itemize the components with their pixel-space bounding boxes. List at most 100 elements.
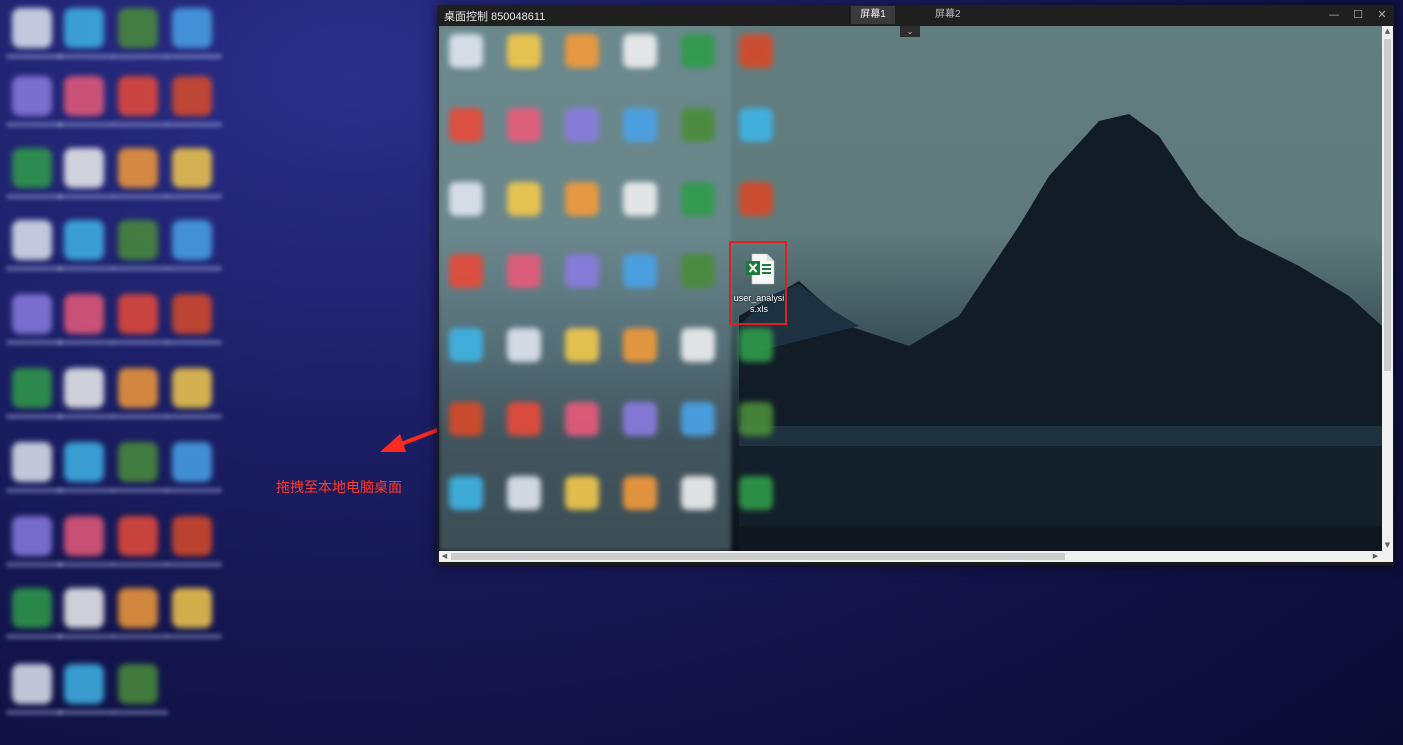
- remote-shortcut-icon[interactable]: [681, 34, 715, 68]
- excel-file[interactable]: user_analysis.xls: [729, 241, 787, 325]
- desktop-shortcut-icon[interactable]: [118, 516, 158, 556]
- remote-shortcut-icon[interactable]: [449, 108, 483, 142]
- remote-shortcut-icon[interactable]: [565, 254, 599, 288]
- desktop-shortcut-icon[interactable]: [64, 8, 104, 48]
- remote-shortcut-icon[interactable]: [507, 182, 541, 216]
- remote-shortcut-icon[interactable]: [449, 328, 483, 362]
- remote-shortcut-icon[interactable]: [507, 34, 541, 68]
- desktop-shortcut-icon[interactable]: [64, 442, 104, 482]
- remote-shortcut-icon[interactable]: [449, 476, 483, 510]
- remote-shortcut-icon[interactable]: [681, 476, 715, 510]
- remote-desktop-window[interactable]: 桌面控制 850048611 屏幕1 屏幕2 — ☐ ✕ ⌄ user_anal…: [437, 5, 1394, 565]
- scroll-right-icon[interactable]: ▶: [1370, 551, 1381, 562]
- window-titlebar[interactable]: 桌面控制 850048611 屏幕1 屏幕2 — ☐ ✕: [437, 5, 1394, 26]
- desktop-shortcut-icon[interactable]: [172, 76, 212, 116]
- remote-shortcut-icon[interactable]: [507, 254, 541, 288]
- remote-shortcut-icon[interactable]: [449, 402, 483, 436]
- remote-shortcut-icon[interactable]: [739, 34, 773, 68]
- remote-shortcut-icon[interactable]: [449, 34, 483, 68]
- desktop-shortcut-icon[interactable]: [172, 516, 212, 556]
- remote-shortcut-icon[interactable]: [623, 476, 657, 510]
- remote-shortcut-icon[interactable]: [565, 476, 599, 510]
- remote-shortcut-icon[interactable]: [507, 476, 541, 510]
- remote-shortcut-icon[interactable]: [565, 402, 599, 436]
- remote-shortcut-icon[interactable]: [507, 402, 541, 436]
- desktop-shortcut-icon[interactable]: [64, 516, 104, 556]
- desktop-shortcut-label: [166, 194, 222, 199]
- remote-shortcut-icon[interactable]: [739, 182, 773, 216]
- desktop-shortcut-icon[interactable]: [118, 8, 158, 48]
- remote-shortcut-icon[interactable]: [565, 328, 599, 362]
- remote-shortcut-icon[interactable]: [565, 34, 599, 68]
- desktop-shortcut-icon[interactable]: [64, 148, 104, 188]
- desktop-shortcut-label: [6, 54, 62, 59]
- remote-shortcut-icon[interactable]: [507, 328, 541, 362]
- remote-shortcut-icon[interactable]: [623, 34, 657, 68]
- remote-shortcut-icon[interactable]: [739, 328, 773, 362]
- desktop-shortcut-icon[interactable]: [118, 220, 158, 260]
- remote-shortcut-icon[interactable]: [623, 328, 657, 362]
- horizontal-scroll-thumb[interactable]: [451, 553, 1065, 560]
- desktop-shortcut-icon[interactable]: [12, 368, 52, 408]
- desktop-shortcut-icon[interactable]: [172, 442, 212, 482]
- close-button[interactable]: ✕: [1375, 8, 1389, 22]
- desktop-shortcut-icon[interactable]: [12, 76, 52, 116]
- maximize-button[interactable]: ☐: [1351, 8, 1365, 22]
- desktop-shortcut-icon[interactable]: [64, 294, 104, 334]
- vertical-scroll-thumb[interactable]: [1384, 39, 1391, 371]
- vertical-scrollbar[interactable]: ▲ ▼: [1382, 26, 1393, 551]
- horizontal-scrollbar[interactable]: ◀ ▶: [439, 551, 1393, 562]
- scroll-left-icon[interactable]: ◀: [439, 551, 450, 562]
- desktop-shortcut-icon[interactable]: [118, 368, 158, 408]
- desktop-shortcut-icon[interactable]: [118, 76, 158, 116]
- remote-shortcut-icon[interactable]: [449, 254, 483, 288]
- remote-shortcut-icon[interactable]: [507, 108, 541, 142]
- remote-shortcut-icon[interactable]: [681, 254, 715, 288]
- desktop-shortcut-icon[interactable]: [172, 294, 212, 334]
- remote-shortcut-icon[interactable]: [681, 328, 715, 362]
- desktop-shortcut-icon[interactable]: [12, 220, 52, 260]
- desktop-shortcut-icon[interactable]: [118, 664, 158, 704]
- desktop-shortcut-icon[interactable]: [12, 8, 52, 48]
- remote-shortcut-icon[interactable]: [739, 402, 773, 436]
- desktop-shortcut-icon[interactable]: [12, 664, 52, 704]
- remote-shortcut-icon[interactable]: [623, 108, 657, 142]
- desktop-shortcut-icon[interactable]: [64, 664, 104, 704]
- desktop-shortcut-icon[interactable]: [64, 76, 104, 116]
- remote-shortcut-icon[interactable]: [681, 108, 715, 142]
- desktop-shortcut-icon[interactable]: [172, 220, 212, 260]
- desktop-shortcut-icon[interactable]: [118, 148, 158, 188]
- remote-screen[interactable]: ⌄ user_analysis.xls: [439, 26, 1382, 551]
- desktop-shortcut-icon[interactable]: [12, 294, 52, 334]
- remote-shortcut-icon[interactable]: [739, 476, 773, 510]
- remote-shortcut-icon[interactable]: [681, 402, 715, 436]
- remote-shortcut-icon[interactable]: [681, 182, 715, 216]
- desktop-shortcut-icon[interactable]: [172, 148, 212, 188]
- desktop-shortcut-icon[interactable]: [172, 8, 212, 48]
- desktop-shortcut-icon[interactable]: [64, 220, 104, 260]
- tab-screen-1[interactable]: 屏幕1: [851, 6, 895, 24]
- desktop-shortcut-icon[interactable]: [118, 294, 158, 334]
- minimize-button[interactable]: —: [1327, 8, 1341, 22]
- remote-shortcut-icon[interactable]: [565, 108, 599, 142]
- scroll-down-icon[interactable]: ▼: [1382, 540, 1393, 551]
- desktop-shortcut-icon[interactable]: [12, 516, 52, 556]
- scroll-up-icon[interactable]: ▲: [1382, 26, 1393, 37]
- desktop-shortcut-icon[interactable]: [118, 588, 158, 628]
- desktop-shortcut-icon[interactable]: [12, 148, 52, 188]
- desktop-shortcut-icon[interactable]: [12, 588, 52, 628]
- remote-shortcut-icon[interactable]: [623, 254, 657, 288]
- desktop-shortcut-icon[interactable]: [64, 588, 104, 628]
- desktop-shortcut-icon[interactable]: [118, 442, 158, 482]
- remote-shortcut-icon[interactable]: [623, 182, 657, 216]
- desktop-shortcut-icon[interactable]: [172, 588, 212, 628]
- chevron-down-icon[interactable]: ⌄: [900, 26, 920, 37]
- remote-shortcut-icon[interactable]: [449, 182, 483, 216]
- remote-shortcut-icon[interactable]: [565, 182, 599, 216]
- remote-shortcut-icon[interactable]: [739, 108, 773, 142]
- remote-shortcut-icon[interactable]: [623, 402, 657, 436]
- tab-screen-2[interactable]: 屏幕2: [925, 6, 971, 24]
- desktop-shortcut-icon[interactable]: [64, 368, 104, 408]
- desktop-shortcut-icon[interactable]: [172, 368, 212, 408]
- desktop-shortcut-icon[interactable]: [12, 442, 52, 482]
